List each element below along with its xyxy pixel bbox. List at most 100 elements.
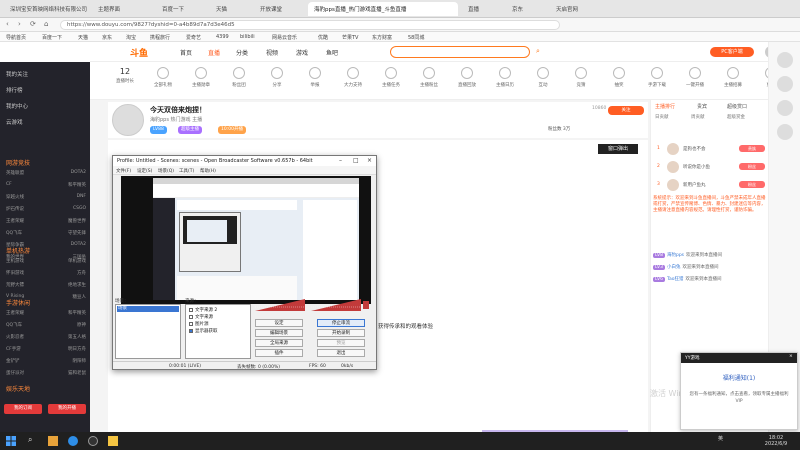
minimize-icon[interactable]: – <box>339 157 342 164</box>
forward-icon[interactable]: › <box>18 20 21 28</box>
browser-tab[interactable]: 深圳宝安首映网络科技有限公司 <box>4 2 88 16</box>
bookmark-item[interactable]: 芒果TV <box>342 34 358 41</box>
nav-game[interactable]: 游戏 <box>296 48 308 57</box>
browser-tab[interactable]: 天启官网 <box>550 2 610 16</box>
exit-button[interactable]: 退出 <box>317 349 365 357</box>
close-icon[interactable]: × <box>367 157 372 164</box>
obs-icon[interactable] <box>88 436 98 446</box>
sidebar-category-row[interactable]: 金铲铲 阴阳师 <box>6 358 86 364</box>
bookmark-item[interactable]: 天猫 <box>78 34 88 41</box>
file-explorer-icon[interactable] <box>48 436 58 446</box>
tab-weekly[interactable]: 周贡献 <box>691 114 705 120</box>
start-record-button[interactable]: 开始录制 <box>317 329 365 337</box>
url-field[interactable]: https://www.douyu.com/9827?dyshid=0-a4b8… <box>60 20 560 30</box>
bookmark-item[interactable]: 58同城 <box>408 34 424 41</box>
nav-category[interactable]: 分类 <box>236 48 248 57</box>
popout-button[interactable]: 窗口弹出 <box>598 144 638 154</box>
close-icon[interactable]: × <box>789 354 793 359</box>
app-icon[interactable] <box>108 436 118 446</box>
room-tool[interactable]: 12 直播时长 <box>108 67 142 84</box>
tab-vip[interactable]: 贵宾 <box>697 103 707 110</box>
sidebar-category-row[interactable]: CF手游 明日方舟 <box>6 346 86 352</box>
room-tool[interactable]: 抽奖 <box>602 67 636 88</box>
douyu-logo[interactable]: 斗鱼 <box>130 46 148 59</box>
global-sources-button[interactable]: 全局来源 <box>255 339 303 347</box>
sidebar-item-my-center[interactable]: 我的中心 <box>6 102 28 110</box>
room-tool[interactable]: 竞猜 <box>564 67 598 88</box>
browser-tab[interactable]: 开放课堂 <box>254 2 304 16</box>
room-tool[interactable]: 互动 <box>526 67 560 88</box>
sidebar-item-follow[interactable]: 我的关注 <box>6 70 28 78</box>
obs-preview[interactable] <box>121 176 371 304</box>
source-item[interactable]: 图片源 <box>189 321 209 327</box>
browser-tab[interactable]: 直播 <box>462 2 502 16</box>
windows-start-icon[interactable] <box>6 436 16 446</box>
sidebar-category-row[interactable]: CF 和平精英 <box>6 182 86 188</box>
rail-icon[interactable] <box>777 76 793 92</box>
stop-stream-button[interactable]: 停止串流 <box>317 319 365 327</box>
sidebar-category-row[interactable]: 炉石传说 CSGO <box>6 206 86 212</box>
nav-yuba[interactable]: 鱼吧 <box>326 48 338 57</box>
tab-super-reward[interactable]: 超级赏金 <box>727 114 745 120</box>
bookmark-item[interactable]: 4399 <box>216 34 229 40</box>
rail-icon[interactable] <box>777 52 793 68</box>
sidebar-category-row[interactable]: 英雄联盟 DOTA2 <box>6 170 86 176</box>
rail-icon[interactable] <box>777 124 793 140</box>
sidebar-category-row[interactable]: QQ飞车 守望先锋 <box>6 230 86 236</box>
sidebar-category-row[interactable]: QQ飞车 原神 <box>6 322 86 328</box>
room-tool[interactable]: 主播任务 <box>374 67 408 88</box>
room-tool[interactable]: 粉丝团 <box>222 67 256 88</box>
room-tool[interactable]: 主播招募 <box>716 67 750 88</box>
sidebar-category-row[interactable]: 怀旧游戏 方舟 <box>6 270 86 276</box>
rank-item[interactable]: 1 是狗也不会 贵族 <box>655 142 765 156</box>
start-stream-button[interactable]: 我的开播 <box>48 404 86 414</box>
tab-daily[interactable]: 日贡献 <box>655 114 669 120</box>
room-tool[interactable]: 手游下载 <box>640 67 674 88</box>
room-tool[interactable]: 全部礼物 <box>146 67 180 88</box>
menu-scenes[interactable]: 场景(Q) <box>158 168 174 174</box>
nav-live[interactable]: 直播 <box>208 48 220 57</box>
browser-icon[interactable] <box>68 436 78 446</box>
menu-tools[interactable]: 工具(T) <box>179 168 194 174</box>
streamer-avatar[interactable] <box>112 104 144 136</box>
sidebar-category-row[interactable]: 王者荣耀 魔兽世界 <box>6 218 86 224</box>
refresh-icon[interactable]: ⟳ <box>30 20 36 28</box>
room-tool[interactable]: 举报 <box>298 67 332 88</box>
room-tool[interactable]: 主播日历 <box>488 67 522 88</box>
browser-tab[interactable]: 天猫 <box>210 2 250 16</box>
menu-file[interactable]: 文件(F) <box>116 168 131 174</box>
back-icon[interactable]: ‹ <box>6 20 9 28</box>
sidebar-category-row[interactable]: 火影忍者 第五人格 <box>6 334 86 340</box>
search-icon[interactable]: ⌕ <box>536 47 540 56</box>
scene-item-selected[interactable]: 场景 <box>117 306 179 312</box>
tab-super[interactable]: 超级赏口 <box>727 103 747 110</box>
source-item[interactable]: 文字来源 <box>189 314 213 320</box>
bookmark-item[interactable]: 导航首页 <box>6 34 26 41</box>
bookmark-item[interactable]: 东方财富 <box>372 34 392 41</box>
popup-title[interactable]: 福利通知(1) <box>681 373 797 382</box>
rank-item[interactable]: 2 听说你是小鱼 粉丝 <box>655 160 765 174</box>
sidebar-category-row[interactable]: 王者荣耀 和平精英 <box>6 310 86 316</box>
room-tool[interactable]: 大力支持 <box>336 67 370 88</box>
room-tool[interactable]: 主播粉丝 <box>412 67 446 88</box>
bookmark-item[interactable]: 网易云音乐 <box>272 34 297 41</box>
preview-button[interactable]: 预览 <box>317 339 365 347</box>
sidebar-item-ranking[interactable]: 排行榜 <box>6 86 23 94</box>
nav-video[interactable]: 视频 <box>266 48 278 57</box>
maximize-icon[interactable]: □ <box>353 157 359 164</box>
source-item[interactable]: 显示器获取 <box>189 328 218 334</box>
pc-client-button[interactable]: PC客户端 <box>710 47 754 57</box>
input-method[interactable]: 英 <box>718 435 723 442</box>
edit-scene-button[interactable]: 编辑场景 <box>255 329 303 337</box>
menu-help[interactable]: 帮助(H) <box>200 168 216 174</box>
room-tool[interactable]: 分享 <box>260 67 294 88</box>
room-tool[interactable]: 直播回放 <box>450 67 484 88</box>
search-input[interactable] <box>390 46 530 58</box>
browser-tab[interactable]: 百度一下 <box>156 2 206 16</box>
bookmark-item[interactable]: 携程旅行 <box>150 34 170 41</box>
source-item[interactable]: 文字来源 2 <box>189 307 217 313</box>
room-tool[interactable]: 主播勋章 <box>184 67 218 88</box>
rank-item[interactable]: 3 新用户鱼丸 粉丝 <box>655 178 765 192</box>
bookmark-item[interactable]: 优酷 <box>318 34 328 41</box>
sidebar-item-cloud-game[interactable]: 云游戏 <box>6 118 23 126</box>
